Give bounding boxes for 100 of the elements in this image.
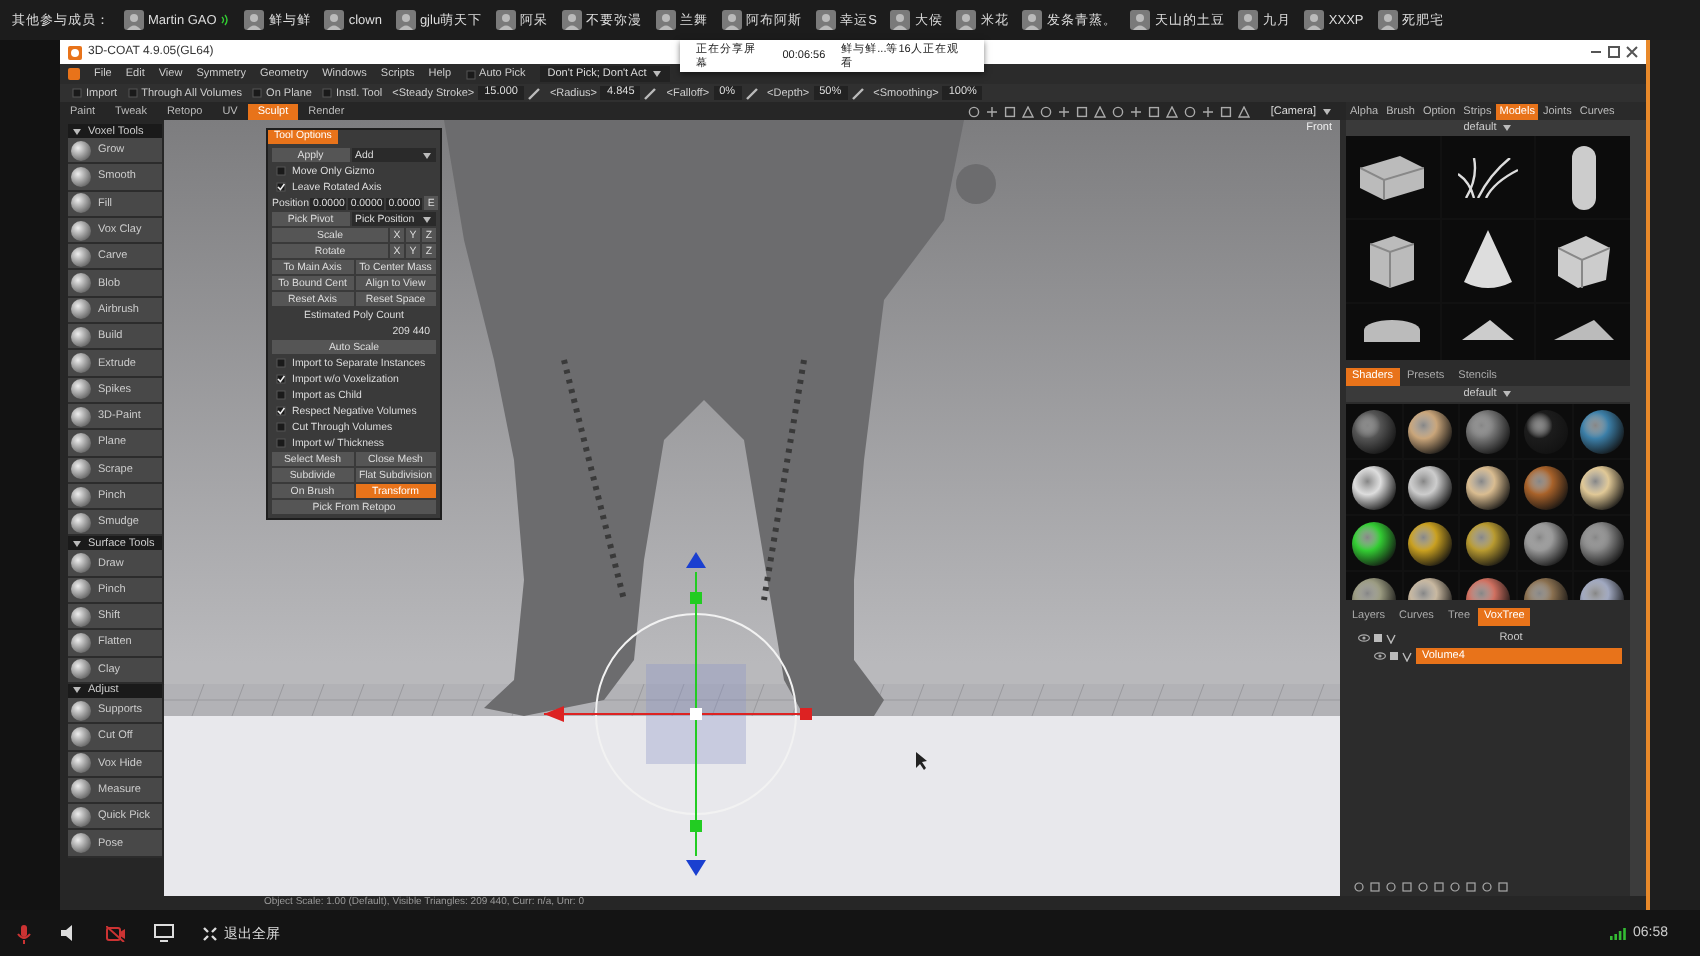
sphere-icon (70, 298, 92, 321)
wedge-model-icon (1553, 320, 1614, 340)
checkbox[interactable] (276, 406, 286, 416)
eye-icon[interactable] (1374, 652, 1386, 660)
sphere-icon (70, 552, 92, 575)
sphere-icon (70, 458, 92, 481)
checkbox[interactable] (276, 358, 286, 368)
shader-sphere-icon (1349, 407, 1398, 455)
minimize-icon[interactable] (1590, 46, 1602, 58)
microphone-icon[interactable] (16, 923, 32, 943)
caret-icon (422, 215, 432, 223)
shader-sphere-icon (1578, 407, 1627, 455)
avatar-icon (496, 10, 517, 30)
brush-icon (527, 87, 540, 99)
checkbox[interactable] (276, 182, 286, 192)
avatar-icon (816, 10, 837, 30)
caret-icon (1502, 124, 1513, 132)
shader-sphere-icon (1463, 519, 1512, 567)
mouse-cursor-icon (916, 752, 927, 770)
avatar-icon (324, 10, 345, 30)
shader-sphere-icon (1521, 519, 1570, 567)
cube-model-icon (1557, 235, 1610, 287)
checkbox[interactable] (276, 374, 286, 384)
shader-sphere-icon (1406, 463, 1455, 511)
view-tool-icon[interactable] (1202, 105, 1215, 117)
sphere-icon (70, 378, 92, 401)
pyramid-model-icon (1461, 320, 1514, 340)
maximize-icon[interactable] (1608, 46, 1620, 58)
signal-icon (1610, 927, 1627, 939)
view-tool-icon[interactable] (986, 105, 999, 117)
sphere-icon (70, 725, 92, 748)
sphere-icon (70, 658, 92, 681)
collapse-icon (202, 925, 218, 941)
checkbox[interactable] (276, 422, 286, 432)
view-tool-icon[interactable] (1058, 105, 1071, 117)
app-logo-icon (68, 45, 82, 59)
sphere-icon (70, 832, 92, 855)
avatar-icon (395, 10, 416, 30)
sphere-icon (70, 245, 92, 268)
avatar-icon (124, 10, 144, 30)
avatar-icon (1238, 10, 1259, 30)
avatar-icon (656, 10, 677, 30)
sphere-icon (70, 219, 92, 242)
caret-icon (652, 70, 663, 78)
capsule-model-icon (1571, 145, 1596, 209)
avatar-icon (722, 10, 743, 30)
checkbox[interactable] (276, 166, 286, 176)
app-logo-icon (68, 68, 80, 80)
shader-sphere-icon (1521, 463, 1570, 511)
sphere-icon (70, 605, 92, 628)
shader-sphere-icon (1406, 407, 1455, 455)
checkbox[interactable] (465, 69, 476, 79)
cube-model-icon (1370, 235, 1415, 287)
avatar-icon (956, 10, 977, 30)
brush-icon (851, 87, 864, 99)
checkbox[interactable] (321, 88, 332, 98)
avatar-icon (1130, 10, 1151, 30)
grass-model-icon (1457, 157, 1518, 197)
checkbox[interactable] (276, 438, 286, 448)
avatar-icon (1377, 10, 1398, 30)
speaker-icon[interactable] (60, 924, 78, 942)
shader-sphere-icon (1463, 463, 1512, 511)
checkbox[interactable] (276, 390, 286, 400)
sphere-icon (70, 485, 92, 508)
checkbox[interactable] (252, 88, 263, 98)
caret-icon (1322, 107, 1332, 115)
shader-sphere-icon (1521, 407, 1570, 455)
checkbox[interactable] (127, 88, 138, 98)
sphere-icon (70, 192, 92, 215)
sphere-icon (70, 352, 92, 375)
eye-icon[interactable] (1358, 634, 1370, 642)
avatar-icon (562, 10, 583, 30)
camera-icon[interactable] (106, 925, 126, 941)
sphere-icon (70, 511, 92, 534)
avatar-icon (244, 10, 265, 30)
brush-icon (644, 87, 657, 99)
view-tool-icon[interactable] (968, 105, 981, 117)
shader-sphere-icon (1349, 519, 1398, 567)
sphere-icon (70, 272, 92, 295)
shader-sphere-icon (1349, 463, 1398, 511)
shader-sphere-icon (1463, 407, 1512, 455)
sphere-icon (70, 405, 92, 428)
cylinder-model-icon (1364, 320, 1421, 342)
cone-model-icon (1463, 230, 1512, 292)
sphere-icon (70, 805, 92, 828)
close-icon[interactable] (1626, 46, 1638, 58)
avatar-icon (1304, 10, 1325, 30)
sphere-icon (70, 699, 92, 722)
shader-sphere-icon (1578, 519, 1627, 567)
sphere-icon (70, 752, 92, 775)
avatar-icon (890, 10, 911, 30)
caret-icon (422, 151, 432, 159)
shader-sphere-icon (1406, 519, 1455, 567)
shader-sphere-icon (1578, 463, 1627, 511)
sphere-icon (70, 778, 92, 801)
checkbox[interactable] (72, 88, 82, 98)
sphere-icon (70, 325, 92, 348)
view-tool-icon[interactable] (1130, 105, 1143, 117)
screen-share-icon[interactable] (154, 924, 174, 942)
sphere-icon (70, 165, 92, 188)
